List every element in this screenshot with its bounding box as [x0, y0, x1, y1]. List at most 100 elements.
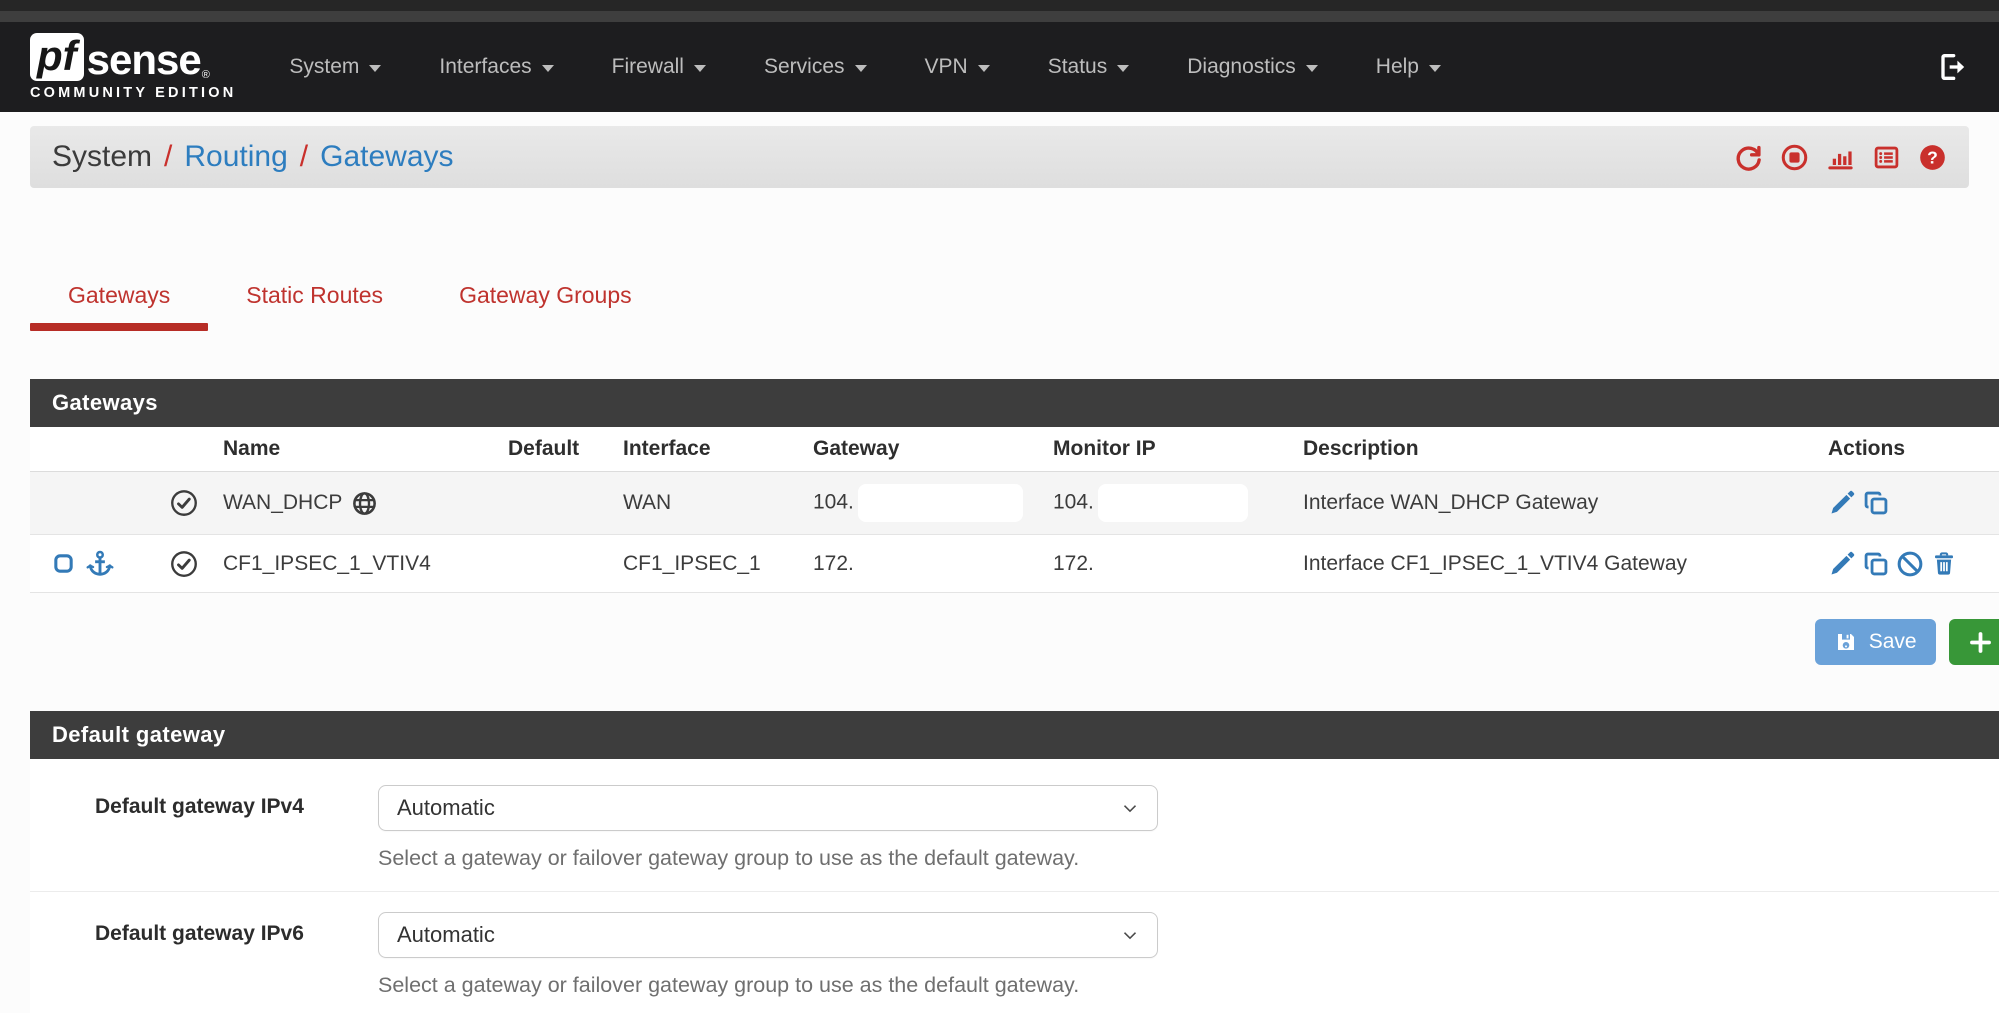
tab-bar: Gateways Static Routes Gateway Groups [30, 268, 1969, 331]
default-gateway-ipv4-select[interactable]: Automatic [378, 785, 1158, 831]
cell-left-icons [30, 472, 155, 535]
sign-out-icon[interactable] [1937, 51, 1969, 83]
breadcrumb-separator: / [164, 140, 172, 174]
nav-item-firewall[interactable]: Firewall [590, 45, 728, 89]
nav-item-status[interactable]: Status [1026, 45, 1152, 89]
cell-gateway: 172. [805, 535, 1045, 593]
col-header-actions: Actions [1820, 427, 1999, 472]
pfsense-logo[interactable]: pf sense ® COMMUNITY EDITION [30, 33, 236, 101]
table-header-row: Name Default Interface Gateway Monitor I… [30, 427, 1999, 472]
cell-interface: CF1_IPSEC_1 [615, 535, 805, 593]
breadcrumb-separator: / [300, 140, 308, 174]
gateways-panel-title: Gateways [30, 379, 1999, 427]
monitor-ip: 104. [1053, 491, 1094, 514]
copy-icon[interactable] [1862, 489, 1890, 517]
trademark-symbol: ® [202, 69, 210, 81]
nav-item-system[interactable]: System [267, 45, 403, 89]
stop-icon[interactable] [1780, 143, 1809, 172]
nav-item-label: VPN [925, 55, 968, 79]
divider [30, 891, 1999, 892]
window-chrome-strip [0, 0, 1999, 22]
cell-left-icons [30, 535, 155, 593]
bar-chart-icon[interactable] [1826, 143, 1855, 172]
breadcrumb-actions: ? [1734, 143, 1947, 172]
cell-actions [1820, 535, 1999, 593]
svg-text:?: ? [1927, 147, 1938, 167]
chevron-down-icon [1117, 65, 1129, 72]
default-gateway-ipv6-label: Default gateway IPv6 [30, 912, 378, 946]
pfsense-logo-edition: COMMUNITY EDITION [30, 85, 236, 101]
save-button-label: Save [1869, 630, 1917, 654]
cell-default [500, 535, 615, 593]
button-row: Save Add [30, 619, 1999, 665]
nav-item-diagnostics[interactable]: Diagnostics [1165, 45, 1340, 89]
breadcrumb-gateways[interactable]: Gateways [320, 140, 453, 174]
gateways-panel: Gateways Name Default Interface Gateway … [30, 379, 1999, 593]
add-button[interactable]: Add [1949, 619, 1999, 665]
default-gateway-ipv6-select[interactable]: Automatic [378, 912, 1158, 958]
nav-item-services[interactable]: Services [742, 45, 889, 89]
cell-monitor-ip: 104. [1045, 472, 1295, 535]
nav-item-label: Help [1376, 55, 1419, 79]
select-value: Automatic [397, 795, 495, 821]
col-header-default: Default [500, 427, 615, 472]
chevron-down-icon [855, 65, 867, 72]
edit-icon[interactable] [1828, 550, 1856, 578]
nav-item-vpn[interactable]: VPN [903, 45, 1012, 89]
table-row-cf1-ipsec: CF1_IPSEC_1_VTIV4 CF1_IPSEC_1 172. 172. … [30, 535, 1999, 593]
chevron-down-icon [369, 65, 381, 72]
nav-item-interfaces[interactable]: Interfaces [417, 45, 575, 89]
delete-icon[interactable] [1930, 550, 1958, 578]
tab-gateways[interactable]: Gateways [30, 268, 208, 331]
main-navbar: pf sense ® COMMUNITY EDITION System Inte… [0, 22, 1999, 112]
edit-icon[interactable] [1828, 489, 1856, 517]
copy-icon[interactable] [1862, 550, 1890, 578]
help-icon[interactable]: ? [1918, 143, 1947, 172]
breadcrumb-system: System [52, 140, 152, 174]
redaction-box [1098, 484, 1248, 522]
default-gateway-ipv4-help: Select a gateway or failover gateway gro… [378, 846, 1158, 871]
redaction-box [858, 484, 1023, 522]
cell-status [155, 472, 215, 535]
gateway-name: CF1_IPSEC_1_VTIV4 [223, 552, 431, 575]
default-gateway-panel-title: Default gateway [30, 711, 1999, 759]
nav-item-label: Interfaces [439, 55, 531, 79]
tab-static-routes[interactable]: Static Routes [208, 268, 421, 331]
default-gateway-panel: Default gateway Default gateway IPv4 Aut… [30, 711, 1999, 1013]
chevron-down-icon [978, 65, 990, 72]
nav-item-label: Status [1048, 55, 1108, 79]
nav-item-label: Services [764, 55, 845, 79]
cell-status [155, 535, 215, 593]
form-row-ipv6: Default gateway IPv6 Automatic Select a … [30, 912, 1999, 998]
cell-default [500, 472, 615, 535]
list-icon[interactable] [1872, 143, 1901, 172]
cell-name: WAN_DHCP [215, 472, 500, 535]
col-header-monitor-ip: Monitor IP [1045, 427, 1295, 472]
chevron-down-icon [1119, 924, 1141, 946]
col-header-gateway: Gateway [805, 427, 1045, 472]
nav-item-label: Firewall [612, 55, 684, 79]
tab-gateway-groups[interactable]: Gateway Groups [421, 268, 670, 331]
col-header-interface: Interface [615, 427, 805, 472]
col-header-name: Name [215, 427, 500, 472]
col-header-status [155, 427, 215, 472]
nav-item-help[interactable]: Help [1354, 45, 1463, 89]
disable-icon[interactable] [1896, 550, 1924, 578]
nav-item-label: Diagnostics [1187, 55, 1296, 79]
globe-icon [351, 490, 378, 517]
cell-name: CF1_IPSEC_1_VTIV4 [215, 535, 500, 593]
pfsense-logo-pf: pf [30, 33, 84, 81]
default-gateway-ipv4-label: Default gateway IPv4 [30, 785, 378, 819]
plus-icon [1968, 630, 1993, 655]
refresh-icon[interactable] [1734, 143, 1763, 172]
breadcrumb-routing[interactable]: Routing [184, 140, 287, 174]
page-content: System / Routing / Gateways ? Gatewa [0, 112, 1999, 1013]
chevron-down-icon [542, 65, 554, 72]
gateway-ip: 104. [813, 491, 854, 514]
gateways-table: Name Default Interface Gateway Monitor I… [30, 427, 1999, 593]
save-button[interactable]: Save [1815, 619, 1936, 665]
square-icon [52, 552, 75, 575]
chevron-down-icon [1119, 797, 1141, 819]
form-row-ipv4: Default gateway IPv4 Automatic Select a … [30, 785, 1999, 871]
check-circle-icon [163, 488, 207, 518]
